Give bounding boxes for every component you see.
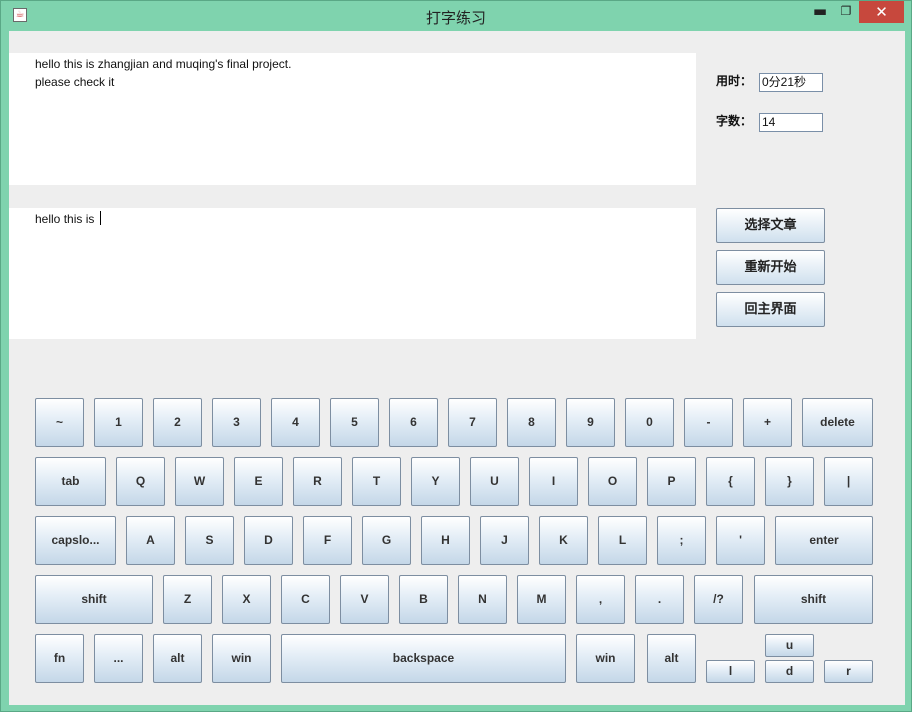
key-1-10[interactable]: P	[647, 457, 696, 506]
key-0-13[interactable]: delete	[802, 398, 873, 447]
key-3-6[interactable]: N	[458, 575, 507, 624]
key-0-3[interactable]: 3	[212, 398, 261, 447]
key-1-8[interactable]: I	[529, 457, 578, 506]
key-1-2[interactable]: W	[175, 457, 224, 506]
key-0-12[interactable]: +	[743, 398, 792, 447]
title-bar[interactable]: ☕ 打字练习 ▬ ❐ ✕	[1, 1, 911, 31]
key-0-7[interactable]: 7	[448, 398, 497, 447]
key-3-11[interactable]: shift	[754, 575, 873, 624]
key-0-10[interactable]: 0	[625, 398, 674, 447]
key-0-9[interactable]: 9	[566, 398, 615, 447]
key-0-4[interactable]: 4	[271, 398, 320, 447]
key-4-3[interactable]: win	[212, 634, 271, 683]
key-1-11[interactable]: {	[706, 457, 755, 506]
key-4-8[interactable]: l	[706, 660, 755, 683]
key-3-5[interactable]: B	[399, 575, 448, 624]
key-3-3[interactable]: C	[281, 575, 330, 624]
client-area: hello this is zhangjian and muqing's fin…	[9, 31, 905, 705]
maximize-button[interactable]: ❐	[833, 1, 859, 23]
key-1-0[interactable]: tab	[35, 457, 106, 506]
key-2-8[interactable]: K	[539, 516, 588, 565]
reference-text: hello this is zhangjian and muqing's fin…	[35, 57, 292, 89]
key-3-1[interactable]: Z	[163, 575, 212, 624]
key-0-0[interactable]: ~	[35, 398, 84, 447]
key-0-1[interactable]: 1	[94, 398, 143, 447]
key-3-7[interactable]: M	[517, 575, 566, 624]
key-1-7[interactable]: U	[470, 457, 519, 506]
select-article-button[interactable]: 选择文章	[716, 208, 825, 243]
key-1-9[interactable]: O	[588, 457, 637, 506]
restart-button[interactable]: 重新开始	[716, 250, 825, 285]
key-4-10[interactable]: r	[824, 660, 873, 683]
key-3-9[interactable]: .	[635, 575, 684, 624]
key-2-11[interactable]: '	[716, 516, 765, 565]
key-1-12[interactable]: }	[765, 457, 814, 506]
app-window: ☕ 打字练习 ▬ ❐ ✕ hello this is zhangjian and…	[0, 0, 912, 712]
key-2-10[interactable]: ;	[657, 516, 706, 565]
key-0-8[interactable]: 8	[507, 398, 556, 447]
key-3-0[interactable]: shift	[35, 575, 153, 624]
key-4-1[interactable]: ...	[94, 634, 143, 683]
key-4-4[interactable]: backspace	[281, 634, 566, 683]
key-2-4[interactable]: F	[303, 516, 352, 565]
key-3-2[interactable]: X	[222, 575, 271, 624]
key-0-5[interactable]: 5	[330, 398, 379, 447]
window-title: 打字练习	[425, 9, 486, 27]
key-4-2[interactable]: alt	[153, 634, 202, 683]
close-button[interactable]: ✕	[859, 1, 904, 23]
key-4-7[interactable]: u	[765, 634, 814, 657]
count-label: 字数：	[716, 114, 753, 128]
key-4-0[interactable]: fn	[35, 634, 84, 683]
key-2-2[interactable]: S	[185, 516, 234, 565]
main-menu-button[interactable]: 回主界面	[716, 292, 825, 327]
key-1-13[interactable]: |	[824, 457, 873, 506]
key-3-4[interactable]: V	[340, 575, 389, 624]
key-2-7[interactable]: J	[480, 516, 529, 565]
time-label: 用时：	[716, 74, 753, 88]
key-3-8[interactable]: ,	[576, 575, 625, 624]
key-1-6[interactable]: Y	[411, 457, 460, 506]
time-field[interactable]: 0分21秒	[759, 73, 823, 92]
reference-text-area[interactable]: hello this is zhangjian and muqing's fin…	[9, 53, 696, 185]
key-1-5[interactable]: T	[352, 457, 401, 506]
key-4-5[interactable]: win	[576, 634, 635, 683]
key-0-6[interactable]: 6	[389, 398, 438, 447]
key-1-1[interactable]: Q	[116, 457, 165, 506]
key-3-10[interactable]: /?	[694, 575, 743, 624]
key-0-11[interactable]: -	[684, 398, 733, 447]
key-1-4[interactable]: R	[293, 457, 342, 506]
key-2-1[interactable]: A	[126, 516, 175, 565]
key-4-6[interactable]: alt	[647, 634, 696, 683]
key-2-6[interactable]: H	[421, 516, 470, 565]
key-2-3[interactable]: D	[244, 516, 293, 565]
key-4-9[interactable]: d	[765, 660, 814, 683]
key-2-12[interactable]: enter	[775, 516, 873, 565]
key-2-5[interactable]: G	[362, 516, 411, 565]
key-2-0[interactable]: capslo...	[35, 516, 116, 565]
text-caret	[99, 211, 101, 225]
key-1-3[interactable]: E	[234, 457, 283, 506]
count-field[interactable]: 14	[759, 113, 823, 132]
minimize-button[interactable]: ▬	[807, 1, 833, 23]
typing-text-area[interactable]: hello this is	[9, 208, 696, 339]
typed-text: hello this is	[35, 212, 98, 226]
key-0-2[interactable]: 2	[153, 398, 202, 447]
key-2-9[interactable]: L	[598, 516, 647, 565]
